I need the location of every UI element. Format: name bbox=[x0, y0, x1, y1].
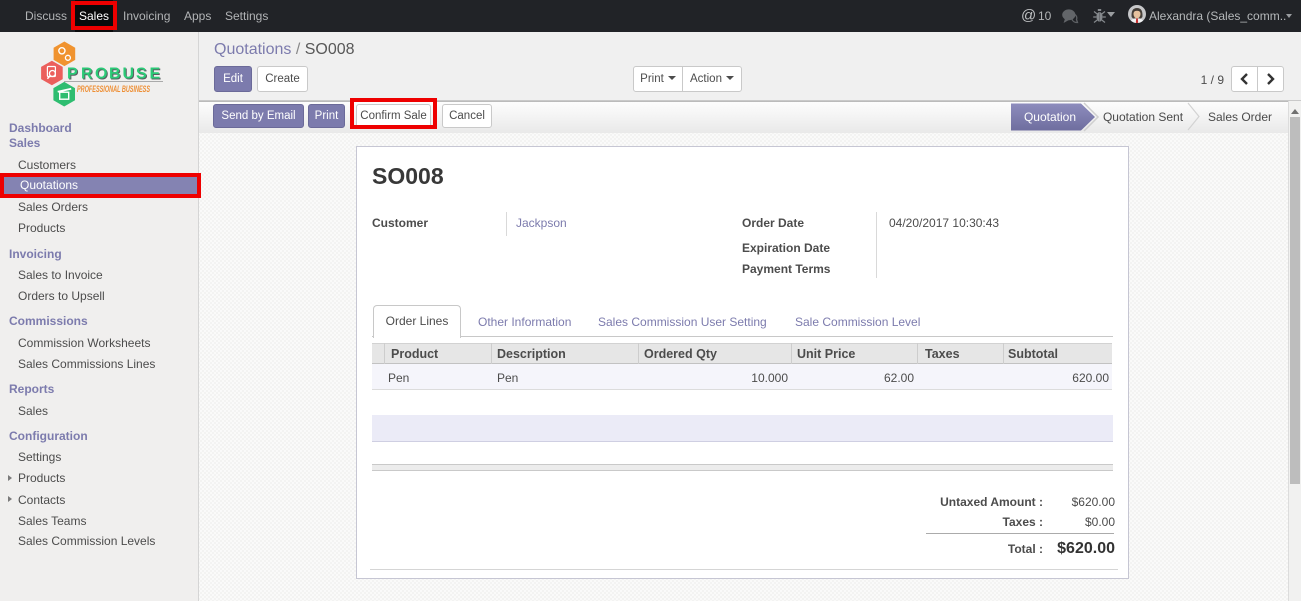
svg-text:PROFESSIONAL BUSINESS: PROFESSIONAL BUSINESS bbox=[77, 84, 150, 94]
svg-text:Quotation Sent: Quotation Sent bbox=[1103, 110, 1184, 124]
svg-text:Sales Order: Sales Order bbox=[1208, 110, 1272, 124]
svg-text:P: P bbox=[67, 66, 78, 83]
svg-text:Quotation: Quotation bbox=[1024, 110, 1076, 124]
svg-text:U: U bbox=[123, 66, 135, 83]
svg-text:R: R bbox=[81, 66, 93, 83]
svg-text:E: E bbox=[150, 66, 161, 83]
svg-text:B: B bbox=[109, 66, 121, 83]
svg-text:O: O bbox=[95, 66, 107, 83]
svg-text:S: S bbox=[136, 66, 147, 83]
